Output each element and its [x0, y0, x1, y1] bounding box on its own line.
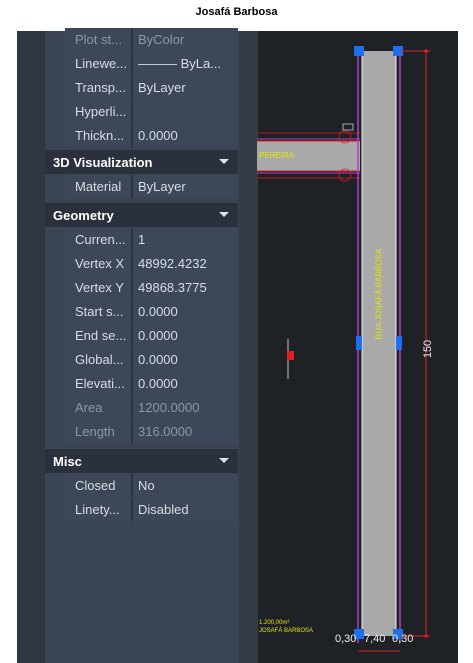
property-row[interactable]: Start s... 0.0000 — [65, 300, 238, 323]
dimension-tick-top — [424, 49, 428, 53]
main-road-fill — [362, 51, 396, 636]
property-row[interactable]: Elevati... 0.0000 — [65, 372, 238, 395]
property-value[interactable]: No — [132, 474, 238, 497]
property-row[interactable]: Plot st... ByColor — [65, 28, 238, 51]
street-label-cross: PEREIRA — [259, 151, 295, 160]
property-value[interactable]: 0.0000 — [132, 348, 238, 371]
section-header-geometry[interactable]: Geometry — [45, 203, 238, 227]
property-value[interactable]: ByLayer — [132, 76, 238, 99]
page-title: Josafá Barbosa — [195, 6, 278, 18]
drawing-canvas[interactable]: RUA JOSAFÁ BARBOSA PEREIRA 150 0,30 7,40… — [257, 31, 458, 663]
property-value[interactable]: 0.0000 — [132, 324, 238, 347]
property-row[interactable]: Transp... ByLayer — [65, 76, 238, 99]
property-row[interactable]: Vertex X 48992.4232 — [65, 252, 238, 275]
property-value[interactable]: Disabled — [132, 498, 238, 521]
property-name: Length — [65, 420, 132, 443]
dimension-tick-bottom — [424, 634, 428, 638]
property-name: Material — [65, 175, 132, 198]
property-row[interactable]: Area 1200.0000 — [65, 396, 238, 419]
marker-rect — [287, 351, 294, 360]
property-row[interactable]: Hyperli... — [65, 100, 238, 123]
palette-side-strip — [17, 31, 45, 663]
area-note-line1: 1.200,00m² — [259, 620, 290, 626]
property-value[interactable] — [132, 100, 238, 123]
chevron-down-icon[interactable] — [219, 159, 229, 164]
property-row[interactable]: Length 316.0000 — [65, 420, 238, 443]
property-value[interactable]: ByLayer — [132, 175, 238, 198]
property-name: Hyperli... — [65, 100, 132, 123]
chevron-down-icon[interactable] — [219, 212, 229, 217]
property-name: Area — [65, 396, 132, 419]
section-header-viz[interactable]: 3D Visualization — [45, 150, 238, 174]
property-name: Elevati... — [65, 372, 132, 395]
grip-top-left — [354, 46, 364, 56]
property-value[interactable]: ByColor — [132, 28, 238, 51]
property-row[interactable]: Linety... Disabled — [65, 498, 238, 521]
property-value[interactable]: 1 — [132, 228, 238, 251]
property-value[interactable]: 49868.3775 — [132, 276, 238, 299]
property-name: Transp... — [65, 76, 132, 99]
property-name: Start s... — [65, 300, 132, 323]
section-title: 3D Visualization — [53, 154, 153, 170]
property-row[interactable]: Curren... 1 — [65, 228, 238, 251]
small-symbol — [342, 123, 354, 131]
property-row[interactable]: Closed No — [65, 474, 238, 497]
property-row[interactable]: Global... 0.0000 — [65, 348, 238, 371]
area-note-line2: JOSAFÁ BARBOSA — [259, 628, 314, 634]
dimension-label-bottom-right: 0,30 — [392, 633, 414, 645]
section-header-misc[interactable]: Misc — [45, 449, 238, 473]
dimension-label-height: 150 — [422, 339, 435, 359]
property-row[interactable]: Thickn... 0.0000 — [65, 124, 238, 147]
section-title: Misc — [53, 453, 82, 469]
chevron-down-icon[interactable] — [219, 458, 229, 463]
property-name: Vertex X — [65, 252, 132, 275]
property-row[interactable]: Material ByLayer — [65, 175, 238, 198]
dimension-label-bottom-left: 0,30 — [335, 633, 357, 645]
palette-scroll-track[interactable] — [239, 31, 257, 663]
property-name: Curren... — [65, 228, 132, 251]
property-value[interactable]: 0.0000 — [132, 372, 238, 395]
property-value[interactable]: ——— ByLa... — [132, 52, 238, 75]
property-name: Plot st... — [65, 28, 132, 51]
dimension-label-bottom-mid: 7,40 — [364, 633, 386, 645]
property-name: End se... — [65, 324, 132, 347]
property-row[interactable]: End se... 0.0000 — [65, 324, 238, 347]
property-name: Closed — [65, 474, 132, 497]
property-name: Thickn... — [65, 124, 132, 147]
section-title: Geometry — [53, 207, 114, 223]
property-value[interactable]: 48992.4232 — [132, 252, 238, 275]
street-label-vertical: RUA JOSAFÁ BARBOSA — [374, 248, 384, 340]
property-name: Global... — [65, 348, 132, 371]
property-name: Vertex Y — [65, 276, 132, 299]
property-value[interactable]: 316.0000 — [132, 420, 238, 443]
property-value[interactable]: 0.0000 — [132, 300, 238, 323]
property-name: Linety... — [65, 498, 132, 521]
property-value[interactable]: 1200.0000 — [132, 396, 238, 419]
property-row[interactable]: Vertex Y 49868.3775 — [65, 276, 238, 299]
property-row[interactable]: Linewe... ——— ByLa... — [65, 52, 238, 75]
grip-mid-right — [396, 336, 402, 350]
grip-mid-left — [356, 336, 362, 350]
property-name: Linewe... — [65, 52, 132, 75]
property-value[interactable]: 0.0000 — [132, 124, 238, 147]
